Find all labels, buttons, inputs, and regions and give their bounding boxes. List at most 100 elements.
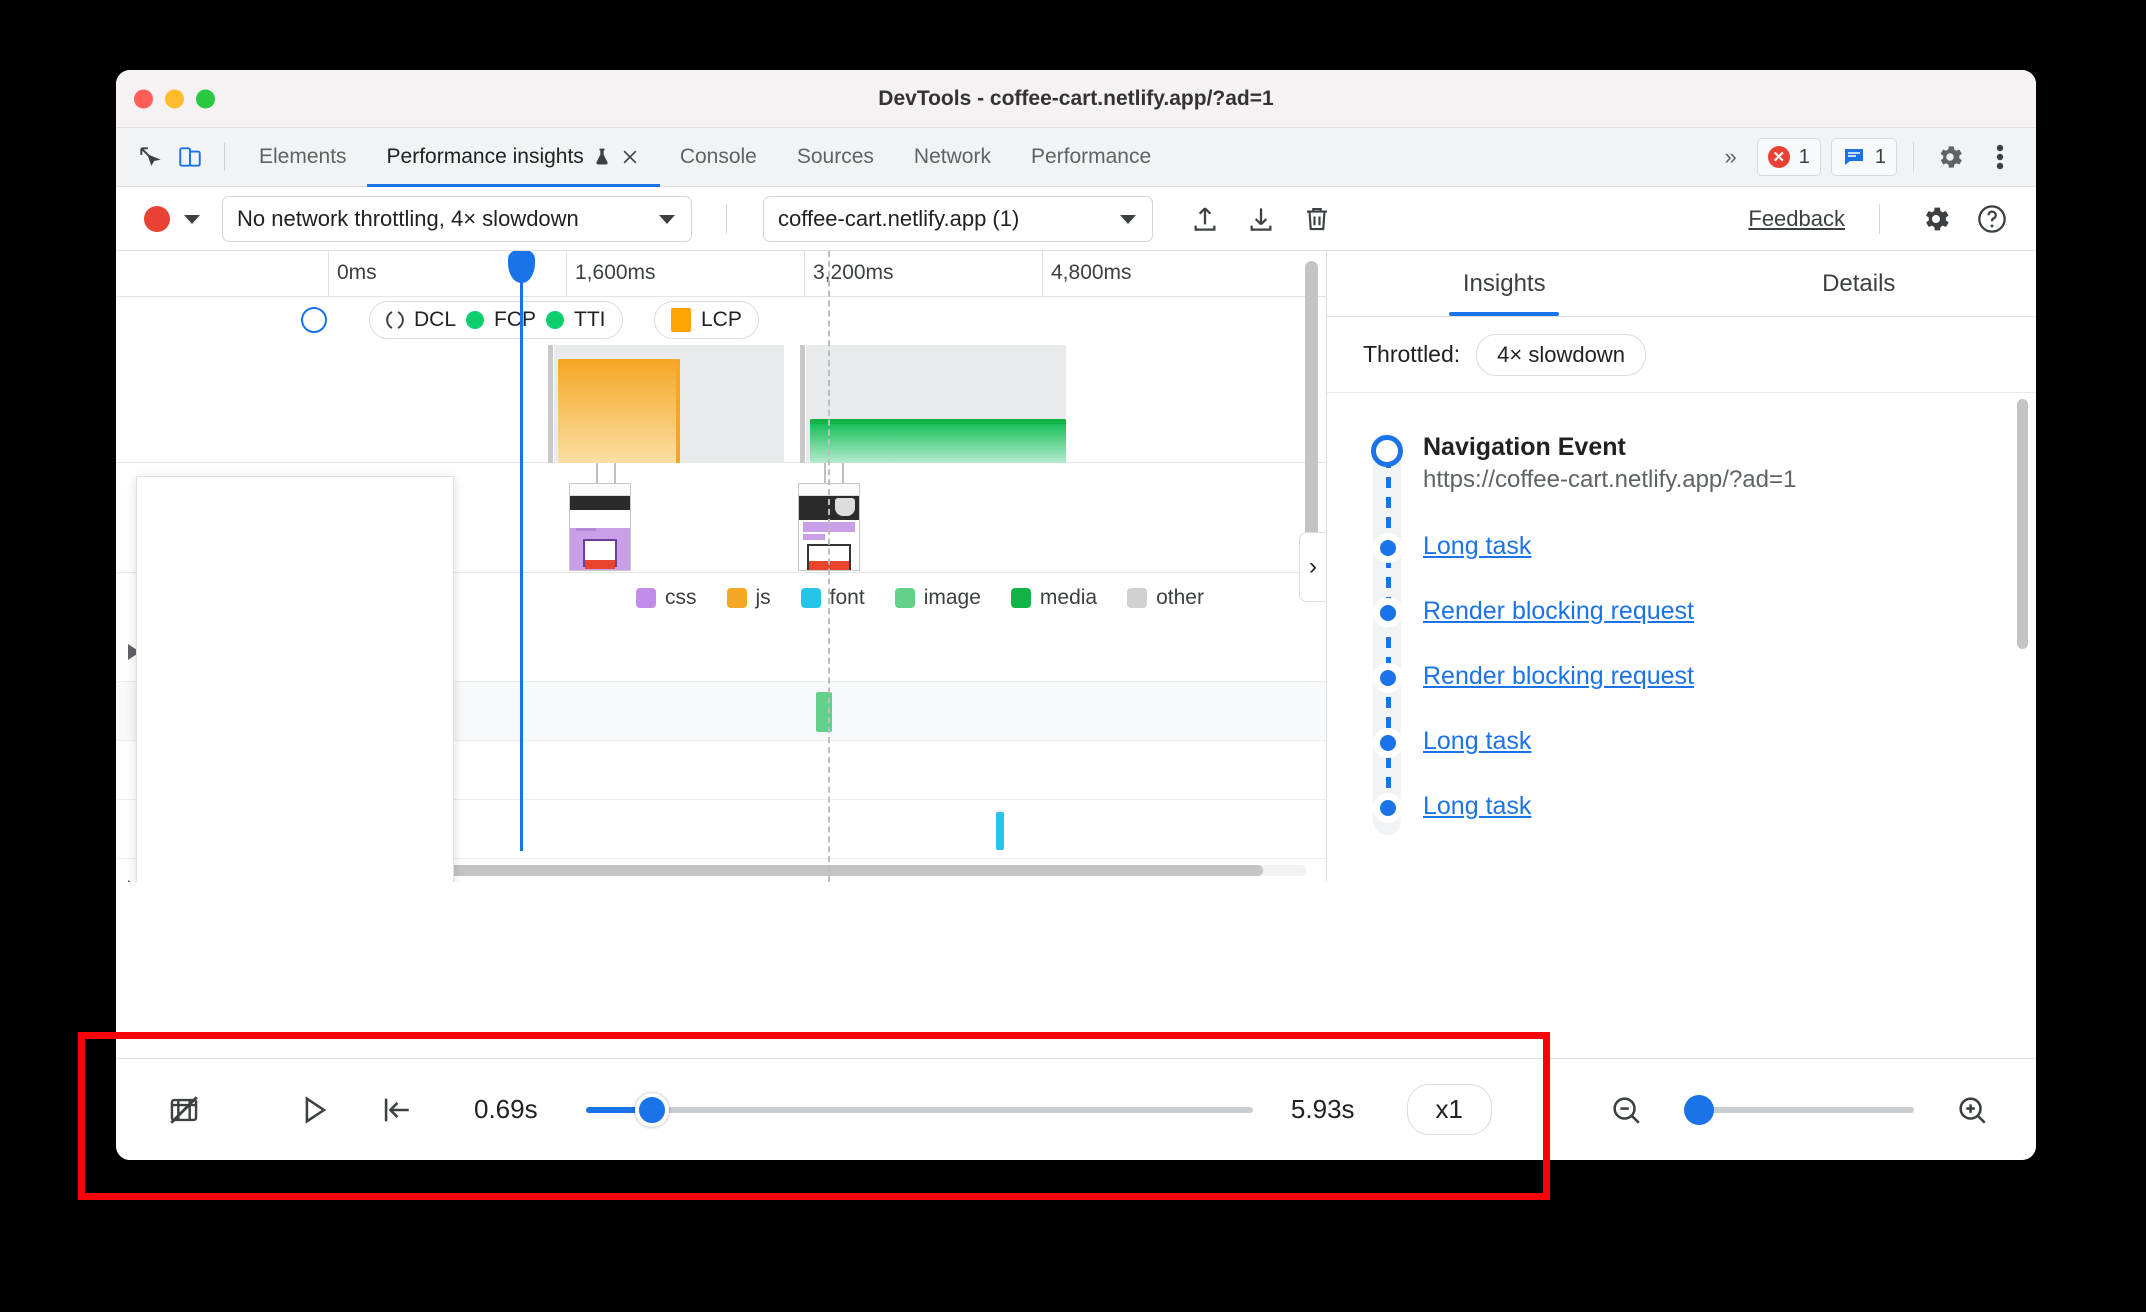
- network-request-tick: [548, 345, 553, 463]
- tab-network[interactable]: Network: [894, 128, 1011, 187]
- tab-details[interactable]: Details: [1682, 251, 2037, 316]
- more-tabs-icon[interactable]: »: [1715, 144, 1747, 170]
- activity-event-font[interactable]: [996, 812, 1004, 850]
- legend-item-js: js: [726, 586, 771, 610]
- tabstrip-right-divider: [1913, 142, 1914, 172]
- tab-sources[interactable]: Sources: [777, 128, 894, 187]
- network-request-media[interactable]: [810, 419, 1066, 463]
- tab-elements[interactable]: Elements: [239, 128, 367, 187]
- network-track[interactable]: [116, 345, 1326, 463]
- insight-item[interactable]: Long task: [1327, 792, 2036, 821]
- zoom-slider-thumb[interactable]: [1684, 1094, 1714, 1125]
- sidebar-vertical-scrollbar[interactable]: [2017, 399, 2028, 649]
- network-request-js[interactable]: [558, 359, 680, 463]
- devtools-window: DevTools - coffee-cart.netlify.app/?ad=1…: [116, 70, 2036, 1160]
- marker-group-lcp[interactable]: LCP: [654, 301, 759, 339]
- filmstrip-frame[interactable]: [569, 483, 631, 571]
- timeline-playhead[interactable]: [508, 251, 535, 851]
- insight-item[interactable]: Long task: [1327, 532, 2036, 561]
- record-options-chevron-down-icon[interactable]: [182, 212, 202, 226]
- tab-label: Performance: [1030, 145, 1152, 168]
- insight-item[interactable]: Render blocking request: [1327, 662, 2036, 691]
- collapse-sidebar-handle[interactable]: ›: [1299, 531, 1326, 602]
- ruler-tick-label: 1,600ms: [575, 261, 656, 284]
- insight-navigation-event[interactable]: Navigation Event https://coffee-cart.net…: [1327, 433, 2036, 494]
- nav-marker-icon[interactable]: [301, 307, 327, 333]
- timeline-node-dot-icon: [1380, 735, 1396, 751]
- insights-timeline[interactable]: Navigation Event https://coffee-cart.net…: [1327, 393, 2036, 841]
- trash-icon[interactable]: [1295, 197, 1339, 241]
- tti-dot-icon: [546, 311, 565, 329]
- page-value: coffee-cart.netlify.app (1): [778, 205, 1020, 231]
- throttling-select[interactable]: No network throttling, 4× slowdown: [222, 195, 692, 242]
- tab-performance[interactable]: Performance: [1011, 128, 1171, 187]
- feedback-link[interactable]: Feedback: [1748, 206, 1845, 232]
- gear-icon[interactable]: [1914, 197, 1958, 241]
- playback-control-bar: 0.69s 5.93s x1: [116, 1058, 2036, 1160]
- zoom-out-icon[interactable]: [1600, 1084, 1652, 1136]
- legend-label: js: [755, 586, 771, 609]
- legend-item-font: font: [800, 586, 865, 610]
- play-icon[interactable]: [288, 1084, 340, 1136]
- navigation-event-title: Navigation Event: [1423, 433, 1626, 461]
- download-icon[interactable]: [1239, 197, 1283, 241]
- title-bar: DevTools - coffee-cart.netlify.app/?ad=1: [116, 70, 2036, 128]
- total-time-label: 5.93s: [1290, 1094, 1355, 1124]
- legend-swatch-font: [800, 588, 821, 608]
- timeline-ruler[interactable]: 0ms 1,600ms 3,200ms 4,800ms: [116, 251, 1326, 297]
- timeline-node-dot-icon: [1380, 800, 1396, 816]
- playback-slider-track: [585, 1106, 1253, 1113]
- navigation-event-url: https://coffee-cart.netlify.app/?ad=1: [1423, 466, 1797, 493]
- zoom-slider-track: [1684, 1106, 1914, 1113]
- timeline-pane[interactable]: 0ms 1,600ms 3,200ms 4,800ms DCL FCP TTI: [116, 251, 1327, 882]
- issue-count-badge[interactable]: 1: [1830, 138, 1897, 176]
- throttled-label: Throttled:: [1363, 341, 1461, 367]
- filmstrip-off-icon[interactable]: [158, 1084, 210, 1136]
- zoom-slider[interactable]: [1684, 1090, 1914, 1130]
- timeline-node-ring-icon: [1371, 435, 1403, 467]
- insight-link[interactable]: Render blocking request: [1423, 662, 1694, 691]
- zoom-in-icon[interactable]: [1946, 1084, 1998, 1136]
- kebab-menu-icon[interactable]: [1980, 137, 2020, 177]
- playback-rate-button[interactable]: x1: [1406, 1084, 1492, 1135]
- gear-icon[interactable]: [1930, 137, 1970, 177]
- playback-slider[interactable]: [585, 1084, 1253, 1136]
- close-tab-icon[interactable]: [620, 147, 640, 167]
- insight-link[interactable]: Render blocking request: [1423, 597, 1694, 626]
- insight-link[interactable]: Long task: [1423, 792, 1531, 821]
- error-count-badge[interactable]: ✕ 1: [1756, 138, 1821, 176]
- fcp-dot-icon: [466, 311, 485, 329]
- help-icon[interactable]: [1970, 197, 2014, 241]
- ruler-tick-label: 4,800ms: [1051, 261, 1132, 284]
- filmstrip-stem: [614, 463, 616, 485]
- insight-link[interactable]: Long task: [1423, 532, 1531, 561]
- tab-label: Performance insights: [386, 145, 584, 168]
- insight-item[interactable]: Long task: [1327, 727, 2036, 756]
- legend-swatch-media: [1010, 588, 1031, 608]
- tab-performance-insights[interactable]: Performance insights: [366, 128, 661, 187]
- record-button[interactable]: [144, 205, 170, 232]
- dcl-icon: [386, 311, 404, 329]
- insight-link[interactable]: Long task: [1423, 727, 1531, 756]
- insights-sidebar: Insights Details Throttled: 4× slowdown …: [1327, 251, 2036, 882]
- legend-swatch-css: [636, 588, 656, 608]
- jump-to-start-icon[interactable]: [370, 1084, 422, 1136]
- marker-label-lcp: LCP: [701, 308, 742, 331]
- page-select[interactable]: coffee-cart.netlify.app (1): [763, 195, 1153, 242]
- marker-label-tti: TTI: [574, 308, 606, 331]
- insight-item[interactable]: Render blocking request: [1327, 597, 2036, 626]
- device-toolbar-icon[interactable]: [170, 137, 210, 177]
- legend-item-other: other: [1127, 586, 1204, 610]
- tab-console[interactable]: Console: [660, 128, 777, 187]
- marker-group-dcl-fcp-tti[interactable]: DCL FCP TTI: [369, 301, 623, 339]
- chevron-down-icon: [1120, 214, 1136, 224]
- tab-insights[interactable]: Insights: [1327, 251, 1682, 316]
- legend-item-image: image: [894, 586, 981, 610]
- inspect-element-icon[interactable]: [130, 137, 170, 177]
- playback-slider-thumb[interactable]: [635, 1092, 670, 1127]
- upload-icon[interactable]: [1183, 197, 1227, 241]
- marker-label-dcl: DCL: [414, 308, 457, 331]
- legend-item-media: media: [1010, 586, 1097, 610]
- timeline-vertical-scrollbar[interactable]: [1305, 261, 1318, 561]
- timeline-node-dot-icon: [1380, 540, 1396, 556]
